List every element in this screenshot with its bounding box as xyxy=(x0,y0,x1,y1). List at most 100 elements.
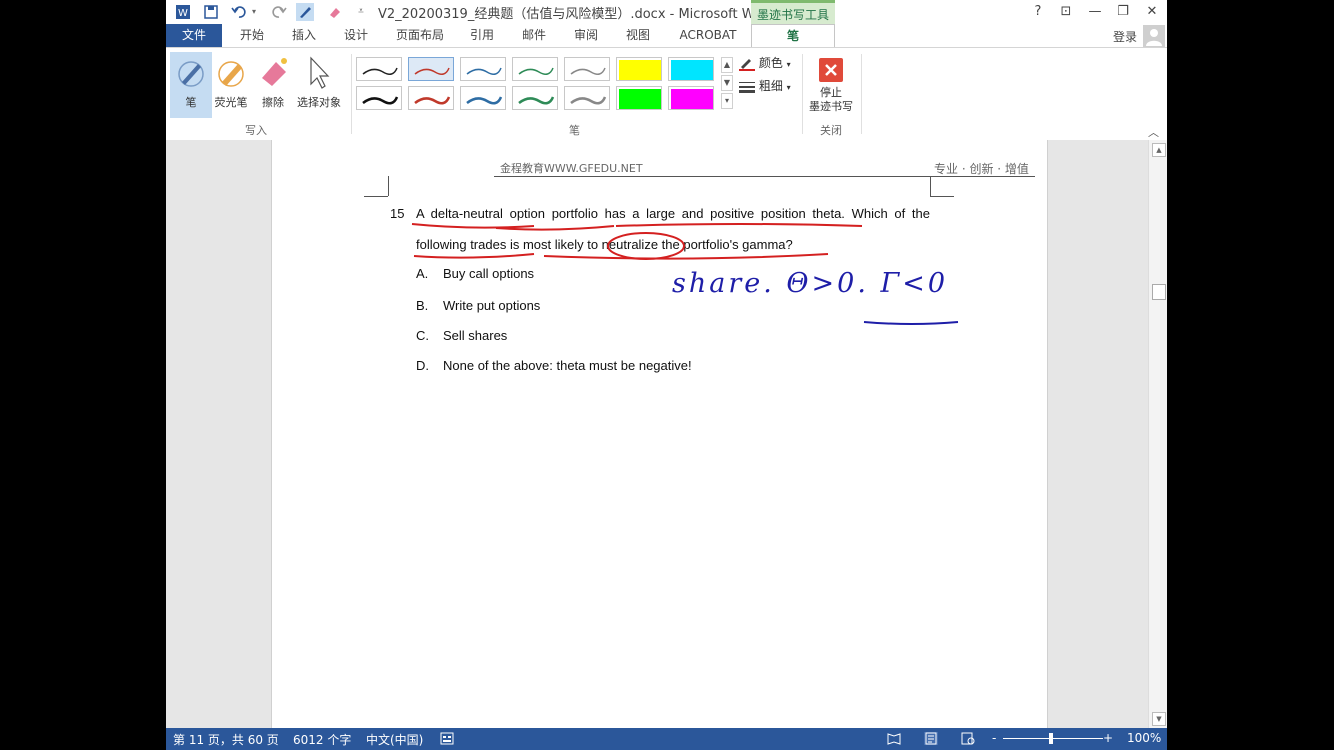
ink-underline xyxy=(411,223,535,229)
undo-dropdown-icon[interactable]: ▾ xyxy=(250,3,258,21)
ink-underline-blue xyxy=(863,321,959,325)
erase-button[interactable]: 擦除 xyxy=(252,52,294,118)
save-icon[interactable] xyxy=(202,3,220,21)
status-bar: 第 11 页，共 60 页 6012 个字 中文(中国) - + 100% xyxy=(166,728,1167,750)
pen-icon xyxy=(178,61,204,87)
gallery-more-icon[interactable]: ▾ xyxy=(721,93,733,109)
word-logo-icon[interactable]: W xyxy=(174,3,192,21)
tab-file[interactable]: 文件 xyxy=(166,24,222,47)
macro-record-icon[interactable] xyxy=(440,732,454,745)
pen-swatch[interactable] xyxy=(460,57,506,81)
tab-review[interactable]: 审阅 xyxy=(564,24,608,47)
tab-mailings[interactable]: 邮件 xyxy=(512,24,556,47)
zoom-out-button[interactable]: - xyxy=(992,731,996,745)
color-dropdown-icon: ▾ xyxy=(786,60,791,69)
stop-inking-button[interactable]: 停止 墨迹书写 xyxy=(806,54,856,116)
pen-swatch[interactable] xyxy=(356,57,402,81)
erase-button-label: 擦除 xyxy=(262,96,284,109)
eraser-icon[interactable] xyxy=(326,3,344,21)
gallery-down-icon[interactable]: ▼ xyxy=(721,75,733,91)
ribbon-tabs: 文件 开始 插入 设计 页面布局 引用 邮件 审阅 视图 ACROBAT 笔 登… xyxy=(166,24,1167,48)
ink-annotations xyxy=(411,223,959,325)
cursor-icon xyxy=(310,56,330,89)
highlighter-swatch[interactable] xyxy=(616,57,662,81)
tab-home[interactable]: 开始 xyxy=(230,24,274,47)
color-pen-icon xyxy=(739,58,755,71)
tab-design[interactable]: 设计 xyxy=(334,24,378,47)
select-objects-button[interactable]: 选择对象 xyxy=(294,52,344,118)
zoom-slider[interactable] xyxy=(1003,738,1103,739)
tab-references[interactable]: 引用 xyxy=(460,24,504,47)
pen-icon[interactable] xyxy=(296,3,314,21)
word-count[interactable]: 6012 个字 xyxy=(293,731,351,748)
document-area: 金程教育WWW.GFEDU.NET 专业 · 创新 · 增值 15 A delt… xyxy=(166,140,1167,728)
highlighter-swatch[interactable] xyxy=(668,86,714,110)
pen-swatch[interactable] xyxy=(512,57,558,81)
user-avatar-icon[interactable] xyxy=(1143,25,1165,47)
highlighter-swatch[interactable] xyxy=(616,86,662,110)
print-layout-icon[interactable] xyxy=(924,732,938,745)
ink-handwritten-note: share. Θ>0. Γ<0 xyxy=(672,268,949,299)
collapse-ribbon-icon[interactable]: ︿ xyxy=(1148,124,1159,140)
help-button[interactable]: ? xyxy=(1027,2,1049,22)
signin-link[interactable]: 登录 xyxy=(1113,28,1137,45)
scroll-thumb[interactable] xyxy=(1152,284,1166,300)
close-button[interactable]: ✕ xyxy=(1141,2,1163,22)
tab-layout[interactable]: 页面布局 xyxy=(388,24,452,47)
ink-underline xyxy=(615,223,863,227)
restore-button[interactable]: ❐ xyxy=(1112,2,1134,22)
gallery-up-icon[interactable]: ▲ xyxy=(721,57,733,73)
scroll-up-icon[interactable]: ▲ xyxy=(1152,143,1166,157)
stop-inking-line1: 停止 xyxy=(820,86,842,99)
undo-icon[interactable] xyxy=(230,3,248,21)
web-layout-icon[interactable] xyxy=(961,732,975,745)
pen-swatch[interactable] xyxy=(460,86,506,110)
close-red-icon xyxy=(819,58,843,82)
pen-swatch[interactable] xyxy=(512,86,558,110)
zoom-level[interactable]: 100% xyxy=(1127,731,1161,745)
pen-swatch[interactable] xyxy=(564,86,610,110)
tab-pen[interactable]: 笔 xyxy=(751,24,835,48)
pen-swatch-selected[interactable] xyxy=(408,57,454,81)
scroll-down-icon[interactable]: ▼ xyxy=(1152,712,1166,726)
page-count[interactable]: 第 11 页，共 60 页 xyxy=(173,731,279,748)
word-window: W ▾ ⩡ V2_20200319_经典题（估值与风险模型）.docx - Mi… xyxy=(166,0,1167,750)
group-separator xyxy=(802,54,803,134)
pen-swatch[interactable] xyxy=(356,86,402,110)
svg-text:W: W xyxy=(178,8,188,19)
context-tab-label: 墨迹书写工具 xyxy=(751,0,835,24)
window-title: V2_20200319_经典题（估值与风险模型）.docx - Microsof… xyxy=(378,7,776,22)
highlighter-button[interactable]: 荧光笔 xyxy=(210,52,252,118)
customize-icon[interactable]: ⩡ xyxy=(352,3,370,21)
group-label-write: 写入 xyxy=(245,124,267,137)
tab-insert[interactable]: 插入 xyxy=(282,24,326,47)
ribbon-display-button[interactable]: ⊡ xyxy=(1055,2,1077,22)
redo-icon[interactable] xyxy=(270,3,288,21)
tab-acrobat[interactable]: ACROBAT xyxy=(670,24,746,47)
tab-view[interactable]: 视图 xyxy=(616,24,660,47)
thickness-button[interactable]: 粗细 ▾ xyxy=(739,77,791,94)
highlighter-icon xyxy=(218,61,244,87)
thickness-icon xyxy=(739,81,755,93)
document-page[interactable]: 金程教育WWW.GFEDU.NET 专业 · 创新 · 增值 15 A delt… xyxy=(271,140,1048,728)
pen-button-label: 笔 xyxy=(185,96,197,109)
highlighter-swatch[interactable] xyxy=(668,57,714,81)
read-mode-icon[interactable] xyxy=(887,732,901,745)
select-objects-label: 选择对象 xyxy=(297,96,341,109)
color-button[interactable]: 颜色 ▾ xyxy=(739,54,791,71)
vertical-scrollbar[interactable]: ▲ ▼ xyxy=(1148,140,1167,728)
ink-underline xyxy=(543,253,829,260)
pen-swatch[interactable] xyxy=(564,57,610,81)
title-bar: W ▾ ⩡ V2_20200319_经典题（估值与风险模型）.docx - Mi… xyxy=(166,0,1167,24)
language[interactable]: 中文(中国) xyxy=(366,731,423,748)
stop-inking-line2: 墨迹书写 xyxy=(809,100,853,113)
zoom-slider-thumb[interactable] xyxy=(1049,733,1053,744)
ink-underline xyxy=(413,253,535,259)
pen-button[interactable]: 笔 xyxy=(170,52,212,118)
group-separator xyxy=(861,54,862,134)
color-label: 颜色 xyxy=(758,56,783,70)
minimize-button[interactable]: — xyxy=(1084,2,1106,22)
zoom-in-button[interactable]: + xyxy=(1103,731,1113,745)
pen-swatch[interactable] xyxy=(408,86,454,110)
thickness-dropdown-icon: ▾ xyxy=(786,83,791,92)
